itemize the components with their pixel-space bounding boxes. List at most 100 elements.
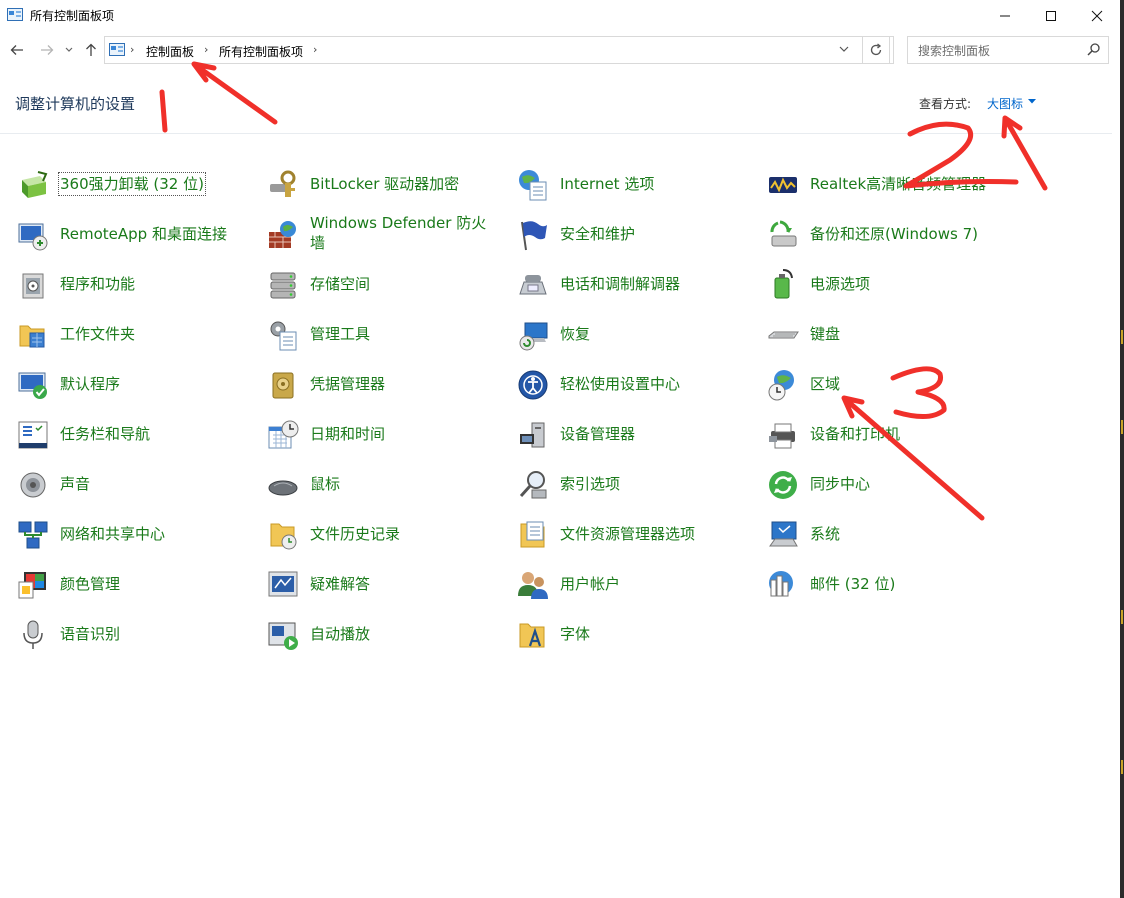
item-ease-of-access[interactable]: 轻松使用设置中心 (514, 362, 754, 406)
sound-icon (20, 472, 46, 498)
dropdown-caret-icon[interactable] (1028, 99, 1036, 104)
item-sound[interactable]: 声音 (14, 462, 254, 506)
power-icon (774, 269, 793, 299)
item-devices-printers[interactable]: 设备和打印机 (764, 412, 1004, 456)
item-360-uninstall[interactable]: 360强力卸载 (32 位) (14, 162, 254, 206)
item-mouse[interactable]: 鼠标 (264, 462, 504, 506)
item-security-maintenance[interactable]: 安全和维护 (514, 212, 754, 256)
item-system[interactable]: 系统 (764, 512, 1004, 556)
minimize-button[interactable] (982, 0, 1028, 31)
item-autoplay[interactable]: 自动播放 (264, 612, 504, 656)
breadcrumb-control-panel[interactable]: 控制面板 (146, 43, 194, 60)
item-taskbar-navigation[interactable]: 任务栏和导航 (14, 412, 254, 456)
item-label: 字体 (560, 625, 591, 643)
uninstall-icon (22, 171, 48, 198)
item-admin-tools[interactable]: 管理工具 (264, 312, 504, 356)
item-mail[interactable]: 邮件 (32 位) (764, 562, 1004, 606)
item-fonts[interactable]: 字体 (514, 612, 754, 656)
search-icon[interactable] (1087, 43, 1100, 56)
item-troubleshooting[interactable]: 疑难解答 (264, 562, 504, 606)
desktop-background (1120, 0, 1124, 898)
item-label: 管理工具 (310, 325, 371, 343)
item-label: 工作文件夹 (60, 325, 136, 343)
up-button[interactable] (80, 39, 102, 61)
recent-locations-button[interactable] (62, 39, 76, 61)
item-label: 键盘 (810, 325, 841, 343)
item-label: 360强力卸载 (32 位) (58, 172, 206, 196)
item-windows-firewall[interactable]: Windows Defender 防火墙 (264, 212, 504, 256)
color-management-icon (18, 572, 46, 599)
item-programs-features[interactable]: 程序和功能 (14, 262, 254, 306)
view-by-dropdown[interactable]: 大图标 (987, 95, 1023, 112)
item-sync-center[interactable]: 同步中心 (764, 462, 1004, 506)
admin-tools-icon (270, 321, 297, 351)
search-box[interactable] (907, 36, 1109, 64)
keyboard-icon (768, 331, 799, 339)
item-speech-recognition[interactable]: 语音识别 (14, 612, 254, 656)
item-credential-manager[interactable]: 凭据管理器 (264, 362, 504, 406)
item-power-options[interactable]: 电源选项 (764, 262, 1004, 306)
close-icon (1091, 10, 1103, 21)
item-remoteapp[interactable]: RemoteApp 和桌面连接 (14, 212, 254, 256)
navigation-bar: › 控制面板 › 所有控制面板项 › (0, 33, 1120, 69)
item-keyboard[interactable]: 键盘 (764, 312, 1004, 356)
address-bar[interactable]: › 控制面板 › 所有控制面板项 › (104, 36, 894, 64)
item-label: 电话和调制解调器 (560, 275, 681, 293)
fonts-icon (519, 623, 545, 648)
breadcrumb-separator-icon[interactable]: › (130, 43, 134, 56)
item-label: 日期和时间 (310, 425, 386, 443)
item-date-time[interactable]: 日期和时间 (264, 412, 504, 456)
item-phone-modem[interactable]: 电话和调制解调器 (514, 262, 754, 306)
item-device-manager[interactable]: 设备管理器 (514, 412, 754, 456)
item-backup-restore[interactable]: 备份和还原(Windows 7) (764, 212, 1004, 256)
item-label: 任务栏和导航 (60, 425, 151, 443)
item-internet-options[interactable]: Internet 选项 (514, 162, 754, 206)
item-realtek-audio[interactable]: Realtek高清晰音频管理器 (764, 162, 1004, 206)
search-input[interactable] (916, 41, 1080, 61)
minimize-icon (1000, 15, 1010, 16)
item-network-sharing[interactable]: 网络和共享中心 (14, 512, 254, 556)
maximize-button[interactable] (1028, 0, 1074, 31)
item-label: 疑难解答 (310, 575, 371, 593)
realtek-audio-icon (769, 177, 797, 193)
item-storage-spaces[interactable]: 存储空间 (264, 262, 504, 306)
programs-icon (22, 273, 44, 299)
refresh-button[interactable] (862, 36, 890, 64)
address-history-button[interactable] (832, 36, 856, 62)
forward-button[interactable] (36, 39, 58, 61)
item-label: 程序和功能 (60, 275, 136, 293)
ease-of-access-icon (518, 370, 548, 400)
item-recovery[interactable]: 恢复 (514, 312, 754, 356)
back-button[interactable] (6, 39, 28, 61)
item-label: 网络和共享中心 (60, 525, 166, 543)
page-title: 调整计算机的设置 (15, 95, 136, 113)
item-color-management[interactable]: 颜色管理 (14, 562, 254, 606)
credential-icon (272, 372, 294, 399)
item-label: 设备管理器 (560, 425, 636, 443)
item-label: 恢复 (560, 325, 591, 343)
control-panel-icon (7, 8, 23, 21)
item-label: 声音 (60, 475, 91, 493)
taskbar-icon (18, 421, 48, 449)
header-divider (0, 133, 1112, 134)
firewall-icon (269, 221, 296, 248)
mouse-icon (268, 480, 298, 496)
breadcrumb-separator-icon[interactable]: › (204, 43, 208, 56)
item-label: 安全和维护 (560, 225, 636, 243)
item-work-folders[interactable]: 工作文件夹 (14, 312, 254, 356)
breadcrumb-all-items[interactable]: 所有控制面板项 (219, 43, 303, 60)
view-by-label: 查看方式: (919, 97, 972, 111)
item-explorer-options[interactable]: 文件资源管理器选项 (514, 512, 754, 556)
item-default-programs[interactable]: 默认程序 (14, 362, 254, 406)
item-indexing-options[interactable]: 索引选项 (514, 462, 754, 506)
item-label: 凭据管理器 (310, 375, 386, 393)
chevron-down-icon (839, 46, 849, 52)
item-user-accounts[interactable]: 用户帐户 (514, 562, 754, 606)
security-flag-icon (521, 221, 547, 251)
breadcrumb-separator-icon[interactable]: › (313, 43, 317, 56)
close-button[interactable] (1074, 0, 1120, 31)
item-file-history[interactable]: 文件历史记录 (264, 512, 504, 556)
item-label: 轻松使用设置中心 (560, 375, 681, 393)
item-region[interactable]: 区域 (764, 362, 1004, 406)
item-bitlocker[interactable]: BitLocker 驱动器加密 (264, 162, 504, 206)
